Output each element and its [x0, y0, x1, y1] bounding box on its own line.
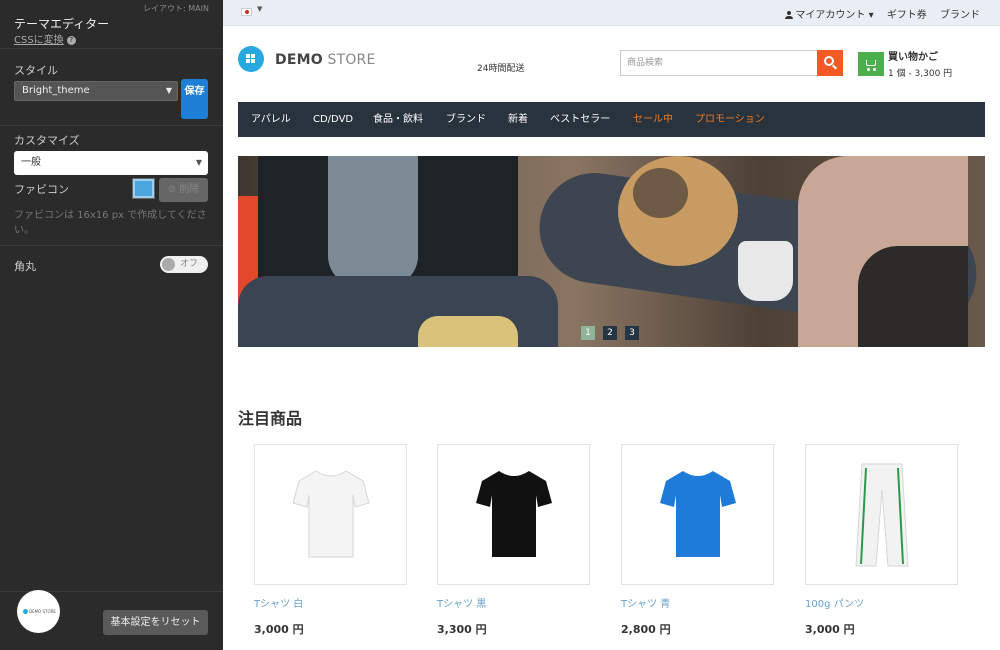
convert-css-link[interactable]: CSSに変換?	[14, 31, 76, 46]
brand-link[interactable]: ブランド	[940, 10, 980, 21]
store-logo[interactable]: DEMO STORE	[275, 52, 376, 68]
tshirt-blue-image	[660, 471, 736, 557]
nav-item-cd-dvd[interactable]: CD/DVD	[313, 102, 353, 137]
style-select-value: Bright_theme	[22, 85, 90, 96]
flag-japan-icon[interactable]	[241, 8, 252, 16]
nav-item-brand[interactable]: ブランド	[446, 102, 486, 137]
editor-title: テーマエディター	[14, 17, 110, 31]
slider-dot-3[interactable]: 3	[625, 326, 639, 340]
top-bar: ▼ マイアカウント ▾ ギフト券 ブランド	[223, 0, 1000, 26]
product-image[interactable]	[254, 444, 407, 585]
divider	[0, 245, 223, 246]
theme-editor-panel: レイアウト: MAIN テーマエディター CSSに変換? スタイル Bright…	[0, 0, 223, 650]
product-image[interactable]	[805, 444, 958, 585]
layout-label: レイアウト: MAIN	[143, 4, 209, 13]
hero-banner[interactable]: 1 2 3	[238, 156, 985, 347]
pants-image	[855, 463, 909, 567]
search-input[interactable]: 商品検索	[620, 50, 817, 76]
favicon-delete-button[interactable]: ⊘ 削除	[159, 178, 208, 202]
customize-label: カスタマイズ	[14, 134, 80, 147]
product-price: 2,800 円	[621, 623, 671, 636]
rounded-corners-toggle[interactable]: オフ	[160, 256, 208, 273]
divider	[0, 48, 223, 49]
save-button[interactable]: 保存	[181, 79, 208, 119]
tshirt-white-image	[292, 470, 370, 558]
main-nav: アパレル CD/DVD 食品・飲料 ブランド 新着 ベストセラー セール中 プロ…	[238, 102, 985, 137]
product-price: 3,300 円	[437, 623, 487, 636]
rounded-corners-label: 角丸	[14, 260, 36, 273]
nav-item-apparel[interactable]: アパレル	[251, 102, 291, 137]
product-name[interactable]: Tシャツ 青	[621, 595, 670, 610]
nav-item-new[interactable]: 新着	[508, 102, 528, 137]
product-price: 3,000 円	[254, 623, 304, 636]
cart-icon[interactable]	[858, 52, 884, 76]
customize-select-value: 一般	[21, 157, 41, 168]
logo-icon[interactable]	[238, 46, 264, 72]
style-select[interactable]: Bright_theme ▼	[14, 81, 178, 101]
help-icon[interactable]: ?	[66, 36, 76, 45]
user-icon	[785, 11, 794, 19]
convert-css-label: CSSに変換	[14, 35, 64, 46]
product-image[interactable]	[621, 444, 774, 585]
customize-select[interactable]: 一般 ▼	[14, 151, 208, 175]
product-name[interactable]: 100g パンツ	[805, 595, 864, 610]
slider-dot-2[interactable]: 2	[603, 326, 617, 340]
chevron-down-icon: ▼	[195, 158, 202, 167]
delete-label: 削除	[179, 184, 200, 195]
my-account-link[interactable]: マイアカウント ▾	[785, 10, 874, 21]
slider-dot-1[interactable]: 1	[581, 326, 595, 340]
storefront: ▼ マイアカウント ▾ ギフト券 ブランド DEMO STORE 24時間配送 …	[223, 0, 1000, 650]
delivery-note: 24時間配送	[477, 64, 525, 74]
tshirt-black-image	[476, 471, 552, 557]
chevron-down-icon: ▼	[165, 86, 172, 95]
product-price: 3,000 円	[805, 623, 855, 636]
favicon-hint: ファビコンは 16x16 px で作成してください。	[14, 210, 207, 236]
divider	[0, 125, 223, 126]
style-label: スタイル	[14, 64, 58, 77]
favicon-label: ファビコン	[14, 183, 69, 196]
toggle-label: オフ	[180, 259, 199, 269]
nav-item-promotion[interactable]: プロモーション	[695, 102, 765, 137]
gift-card-link[interactable]: ギフト券	[887, 10, 927, 21]
cart-title[interactable]: 買い物かご	[888, 48, 938, 63]
badge-logo-icon	[23, 609, 28, 614]
product-name[interactable]: Tシャツ 白	[254, 595, 303, 610]
featured-title: 注目商品	[238, 409, 303, 428]
chevron-down-icon[interactable]: ▼	[257, 5, 262, 13]
badge-text: DEMO STORE	[29, 609, 56, 614]
nav-item-bestseller[interactable]: ベストセラー	[550, 102, 610, 137]
search-button[interactable]	[817, 50, 843, 76]
store-badge[interactable]: DEMO STORE	[17, 590, 60, 633]
reset-settings-button[interactable]: 基本設定をリセット	[103, 610, 208, 635]
nav-item-food[interactable]: 食品・飲料	[373, 102, 423, 137]
product-name[interactable]: Tシャツ 黒	[437, 595, 486, 610]
toggle-knob	[162, 258, 175, 271]
cart-summary: 1 個 - 3,300 円	[888, 69, 953, 79]
favicon-preview[interactable]	[132, 178, 155, 199]
nav-item-sale[interactable]: セール中	[633, 102, 673, 137]
product-image[interactable]	[437, 444, 590, 585]
top-links: マイアカウント ▾ ギフト券 ブランド	[775, 6, 980, 21]
